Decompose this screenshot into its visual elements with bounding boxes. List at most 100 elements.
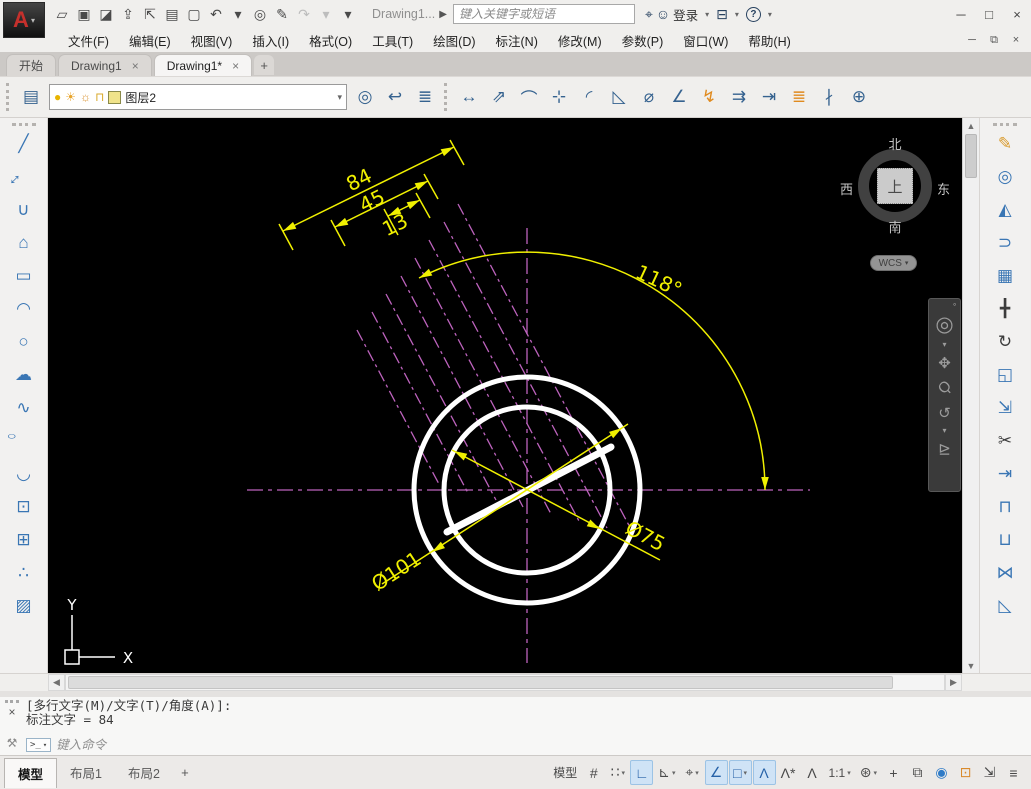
ellipse-icon[interactable]: ○ (7, 431, 41, 451)
layer-dropdown[interactable]: ● ☀ ☼ ⊓ 图层2 ▾ (49, 84, 347, 110)
viewcube-top-face[interactable]: 上 (877, 168, 913, 204)
customize-qat-icon[interactable]: ▾ (338, 4, 358, 24)
dim-toolbar-grip[interactable] (444, 83, 450, 111)
modify-toolbar-grip[interactable] (993, 123, 1017, 126)
arc-icon[interactable]: ◠ (7, 292, 41, 325)
command-prompt-button[interactable]: >_▾ (26, 738, 51, 752)
dim-radius-icon[interactable]: ◜ (574, 80, 604, 114)
search-icon[interactable]: ⌖ (645, 6, 653, 23)
dim-continue-icon[interactable]: ⇥ (754, 80, 784, 114)
annotation-autoscale-icon[interactable]: Λ* (777, 760, 800, 785)
hatch-icon[interactable]: ▨ (7, 589, 41, 622)
undo-dropdown-icon[interactable]: ▾ (228, 4, 248, 24)
scroll-right-icon[interactable]: ▶ (945, 674, 962, 691)
save-as-icon[interactable]: ◪ (96, 4, 116, 24)
doc-restore-icon[interactable]: ⧉ (983, 31, 1005, 49)
drawing-canvas[interactable]: 84 45 13 118° Ø101 Ø75 Y X (48, 118, 962, 673)
annotation-visibility-icon[interactable]: Λ (753, 760, 776, 785)
dim-tolerance-icon[interactable]: ⊕ (844, 80, 874, 114)
tab-close-icon[interactable]: × (232, 59, 239, 73)
spline-icon[interactable]: ∿ (7, 391, 41, 424)
move-icon[interactable]: ╋ (988, 292, 1022, 325)
login-dropdown-icon[interactable]: ▾ (705, 10, 709, 19)
user-icon[interactable]: ☺ (656, 6, 670, 22)
showmotion-icon[interactable]: ⊵ (938, 436, 951, 461)
erase-icon[interactable]: ✎ (988, 127, 1022, 160)
trim-icon[interactable]: ✂ (988, 424, 1022, 457)
wcs-badge[interactable]: WCS▾ (870, 255, 917, 271)
model-tab[interactable]: 模型 (4, 758, 57, 788)
ortho-icon[interactable]: ∟ (630, 760, 653, 785)
dim-arc-length-icon[interactable]: ⌒ (514, 80, 544, 114)
mirror-icon[interactable]: ◭ (988, 193, 1022, 226)
maximize-icon[interactable]: □ (975, 3, 1003, 25)
array-icon[interactable]: ▦ (988, 259, 1022, 292)
vertical-scrollbar[interactable]: ▲ ▼ (962, 118, 979, 673)
layer-properties-icon[interactable]: ▤ (16, 80, 46, 114)
revision-cloud-icon[interactable]: ☁ (7, 358, 41, 391)
save-icon[interactable]: ▣ (74, 4, 94, 24)
command-grip[interactable] (5, 700, 19, 703)
redo-icon[interactable]: ↷ (294, 4, 314, 24)
viewcube[interactable]: 上 北 南 西 东 (847, 134, 943, 236)
draw-toolbar-grip[interactable] (12, 123, 36, 126)
isolate-objects-icon[interactable]: ⧉ (906, 760, 929, 785)
scroll-down-icon[interactable]: ▼ (963, 658, 979, 673)
close-icon[interactable]: × (1003, 3, 1031, 25)
point-icon[interactable]: ∴ (7, 556, 41, 589)
dim-aligned-icon[interactable]: ⇗ (484, 80, 514, 114)
redo-dropdown-icon[interactable]: ▾ (316, 4, 336, 24)
tab-start[interactable]: 开始 (6, 54, 56, 76)
preview-icon[interactable]: ◎ (250, 4, 270, 24)
dim-jogged-icon[interactable]: ◺ (604, 80, 634, 114)
command-close-icon[interactable]: × (8, 707, 15, 717)
upload-icon[interactable]: ⇪ (118, 4, 138, 24)
horizontal-scroll-thumb[interactable] (68, 676, 893, 689)
stretch-icon[interactable]: ⇲ (988, 391, 1022, 424)
title-flyout-icon[interactable]: ▶ (439, 9, 447, 20)
command-wrench-icon[interactable]: ⚒ (7, 736, 18, 750)
viewcube-east-label[interactable]: 东 (937, 179, 950, 198)
dim-quick-icon[interactable]: ↯ (694, 80, 724, 114)
offset-icon[interactable]: ⊃ (988, 226, 1022, 259)
command-input[interactable] (56, 737, 1027, 752)
pan-icon[interactable]: ✥ (938, 350, 951, 375)
zoom-icon[interactable]: Ϙ (932, 375, 958, 401)
login-button[interactable]: 登录 (673, 5, 698, 24)
search-input[interactable] (453, 4, 635, 24)
annotation-scale-value[interactable]: 1:1▾ (825, 760, 855, 785)
print-icon[interactable]: ▤ (162, 4, 182, 24)
exchange-dropdown-icon[interactable]: ▾ (735, 10, 739, 19)
dim-linear-icon[interactable]: ↔ (454, 80, 484, 114)
layout2-tab[interactable]: 布局2 (115, 758, 173, 787)
tab-drawing1-modified[interactable]: Drawing1*× (154, 54, 252, 76)
scroll-left-icon[interactable]: ◀ (48, 674, 65, 691)
markup-icon[interactable]: ✎ (272, 4, 292, 24)
layout1-tab[interactable]: 布局1 (57, 758, 115, 787)
combo-chevron-down-icon[interactable]: ▾ (337, 92, 342, 103)
orbit-dropdown-icon[interactable]: ▾ (942, 425, 946, 436)
app-store-cart-icon[interactable]: ⊟ (716, 6, 728, 23)
application-menu-button[interactable]: A▾ (3, 2, 45, 38)
insert-block-icon[interactable]: ⊡ (7, 490, 41, 523)
vertical-scroll-thumb[interactable] (965, 134, 977, 178)
help-icon[interactable]: ? (746, 7, 761, 22)
copy-icon[interactable]: ◎ (988, 160, 1022, 193)
polygon-icon[interactable]: ⌂ (7, 226, 41, 259)
wheel-dropdown-icon[interactable]: ▾ (942, 339, 946, 350)
horizontal-scrollbar[interactable] (65, 674, 945, 691)
workspace-switching-icon[interactable]: ⊛▾ (856, 760, 881, 785)
doc-minimize-icon[interactable]: ─ (961, 31, 983, 49)
object-snap-settings-icon[interactable]: □▾ (729, 760, 752, 785)
minimize-icon[interactable]: ─ (947, 3, 975, 25)
viewcube-west-label[interactable]: 西 (840, 179, 853, 198)
layer-previous-icon[interactable]: ↩ (380, 80, 410, 114)
scroll-up-icon[interactable]: ▲ (963, 118, 979, 133)
dim-space-icon[interactable]: ≣ (784, 80, 814, 114)
ellipse-arc-icon[interactable]: ◡ (7, 457, 41, 490)
create-block-icon[interactable]: ⊞ (7, 523, 41, 556)
graphics-performance-icon[interactable]: ◉ (930, 760, 953, 785)
polar-tracking-icon[interactable]: ⊾▾ (654, 760, 679, 785)
help-dropdown-icon[interactable]: ▾ (768, 10, 772, 19)
join-icon[interactable]: ⋈ (988, 556, 1022, 589)
